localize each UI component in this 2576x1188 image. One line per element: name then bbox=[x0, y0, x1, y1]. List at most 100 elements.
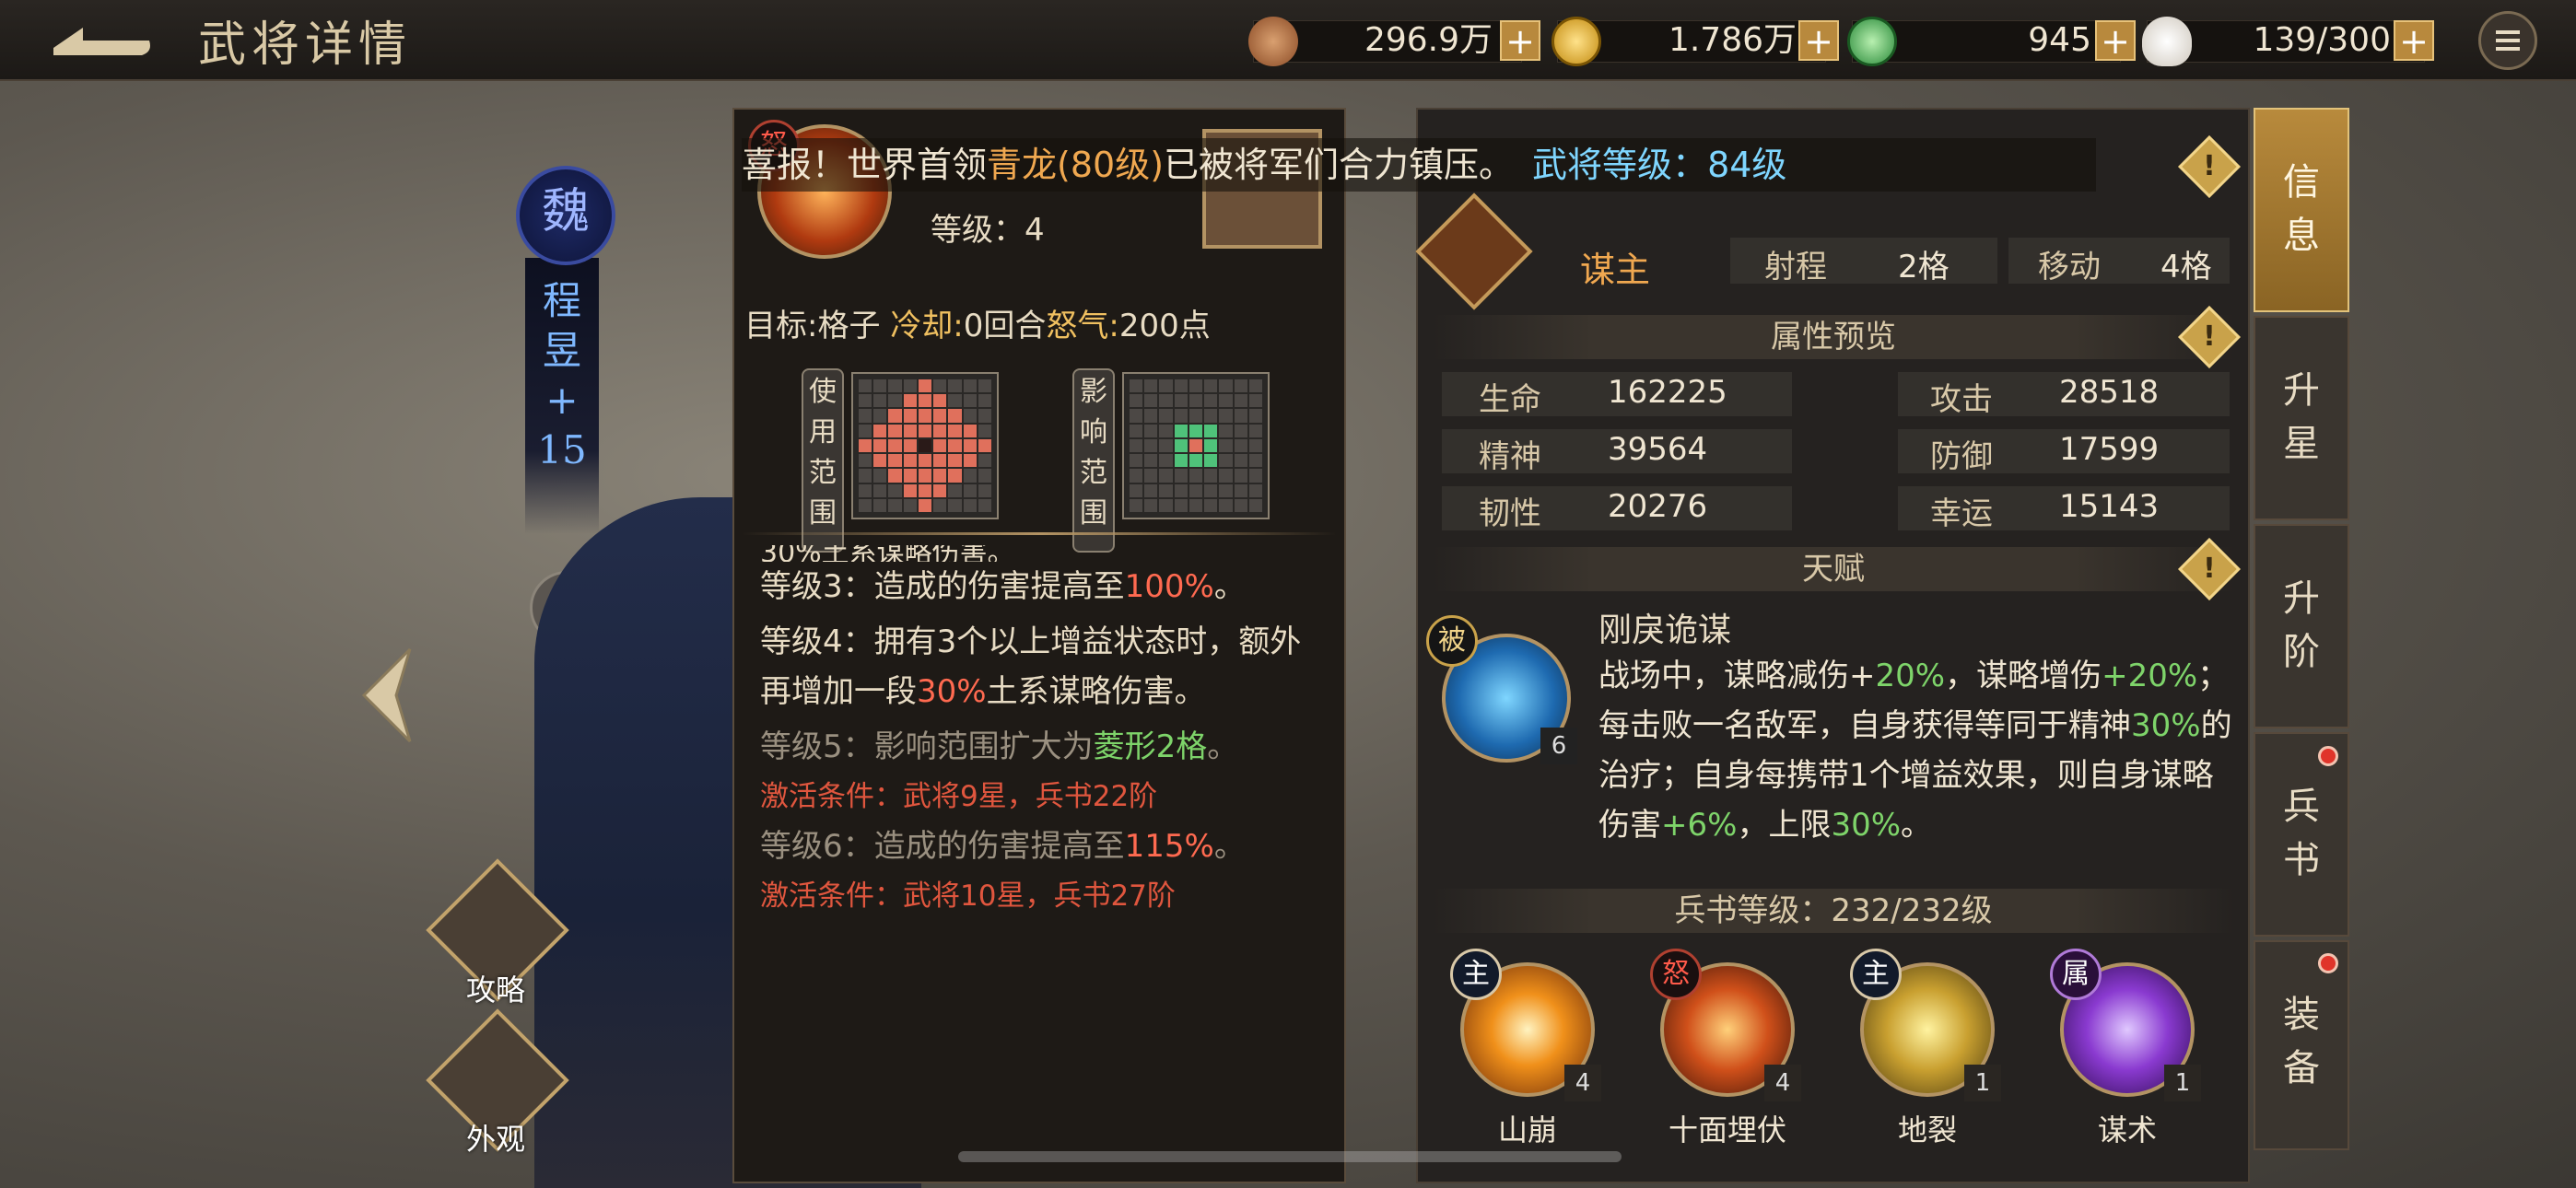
range-cell bbox=[1248, 454, 1262, 468]
range-cell bbox=[933, 438, 947, 453]
tab-rank-up[interactable]: 升阶 bbox=[2254, 524, 2349, 728]
range-cell bbox=[1188, 394, 1203, 408]
tab-star-up[interactable]: 升星 bbox=[2254, 316, 2349, 520]
range-cell bbox=[933, 379, 947, 393]
range-cell bbox=[1234, 379, 1247, 393]
target-value: 格子 bbox=[817, 308, 881, 344]
skill-level: 1 bbox=[1964, 1065, 2001, 1101]
tab-label-char: 信 bbox=[2283, 161, 2320, 204]
page-title: 武将详情 bbox=[198, 17, 413, 73]
talent-description: 战场中，谋略减伤+20%，谋略增伤+20%；每击败一名敌军，自身获得等同于精神3… bbox=[1598, 651, 2234, 850]
range-cell bbox=[1204, 394, 1218, 408]
range-cell bbox=[918, 394, 932, 408]
range-cell bbox=[873, 424, 887, 437]
stat-tough-label: 韧性 bbox=[1479, 495, 1541, 532]
range-cell bbox=[1159, 379, 1173, 393]
range-cell bbox=[888, 409, 902, 423]
home-indicator[interactable] bbox=[958, 1151, 1622, 1162]
notification-dot bbox=[2318, 953, 2338, 973]
tab-info[interactable]: 信息 bbox=[2254, 108, 2349, 312]
menu-button[interactable] bbox=[2478, 11, 2537, 70]
range-cell bbox=[1174, 483, 1188, 497]
stat-hp-label: 生命 bbox=[1479, 381, 1541, 418]
range-cell bbox=[978, 483, 991, 497]
talent-name: 刚戾诡谋 bbox=[1598, 611, 1732, 649]
range-cell bbox=[948, 409, 962, 423]
previous-hero-arrow-icon[interactable] bbox=[355, 645, 419, 746]
level5-condition: 激活条件：武将9星，兵书22阶 bbox=[760, 780, 1158, 813]
range-cell bbox=[933, 483, 947, 497]
range-cell bbox=[1188, 424, 1203, 437]
use-range-char: 范 bbox=[809, 457, 837, 489]
range-cell bbox=[1248, 409, 1262, 423]
stat-atk-value: 28518 bbox=[2059, 374, 2160, 411]
range-cell bbox=[1248, 379, 1262, 393]
range-cell bbox=[1174, 409, 1188, 423]
stat-atk-label: 攻击 bbox=[1930, 381, 1993, 418]
range-cell bbox=[1234, 424, 1247, 437]
range-cell bbox=[948, 438, 962, 453]
stat-hp-value: 162225 bbox=[1608, 374, 1727, 411]
stat-tough-value: 20276 bbox=[1608, 488, 1708, 525]
range-cell bbox=[918, 469, 932, 483]
range-cell bbox=[1130, 483, 1143, 497]
range-cell bbox=[948, 394, 962, 408]
use-range-char: 用 bbox=[809, 416, 837, 448]
tab-label-char: 兵 bbox=[2283, 786, 2320, 828]
hero-name-char: 程 bbox=[542, 278, 581, 323]
marquee-text: 已被将军们合力镇压。 bbox=[1164, 145, 1515, 185]
jade-icon bbox=[1847, 17, 1897, 66]
copper-value: 296.9万 bbox=[1364, 21, 1493, 59]
gold-value: 1.786万 bbox=[1668, 21, 1797, 59]
range-cell bbox=[1219, 394, 1233, 408]
marquee-text: 喜报！世界首领 bbox=[742, 145, 988, 185]
affect-range-label: 影 响 范 围 bbox=[1072, 368, 1115, 553]
talent-text: ，上限 bbox=[1737, 807, 1832, 844]
range-cell bbox=[903, 454, 917, 468]
range-cell bbox=[873, 409, 887, 423]
tab-label-char: 升 bbox=[2283, 369, 2320, 412]
level3-desc: 等级3：造成的伤害提高至100%。 bbox=[760, 562, 1331, 611]
range-cell bbox=[1204, 498, 1218, 512]
skill-badge: 主 bbox=[1850, 949, 1902, 1000]
stat-spirit-value: 39564 bbox=[1608, 431, 1708, 468]
tab-equipment[interactable]: 装备 bbox=[2254, 940, 2349, 1150]
range-cell bbox=[1234, 469, 1247, 483]
hero-name: 程 昱 + 15 bbox=[534, 276, 590, 475]
range-cell bbox=[1204, 424, 1218, 437]
range-cell bbox=[1234, 498, 1247, 512]
announcement-marquee: 喜报！世界首领青龙(80级)已被将军们合力镇压。 武将等级：84级 bbox=[742, 138, 2096, 192]
range-cell bbox=[1159, 438, 1173, 453]
range-cell bbox=[859, 438, 872, 453]
skill-level: 4 bbox=[1764, 1065, 1801, 1101]
range-cell bbox=[963, 483, 977, 497]
range-cell bbox=[1188, 469, 1203, 483]
book-level-header: 兵书等级：232/232级 bbox=[1433, 889, 2234, 933]
rage-value: 200点 bbox=[1118, 308, 1211, 344]
add-copper-button[interactable]: + bbox=[1500, 20, 1540, 61]
jade-value: 945 bbox=[2028, 21, 2091, 59]
range-cell bbox=[903, 379, 917, 393]
range-cell bbox=[1188, 498, 1203, 512]
skill-name: 山崩 bbox=[1497, 1112, 1557, 1147]
move-label: 移动 bbox=[2038, 249, 2101, 285]
range-cell bbox=[1219, 483, 1233, 497]
add-jade-button[interactable]: + bbox=[2095, 20, 2136, 61]
add-stamina-button[interactable]: + bbox=[2394, 20, 2434, 61]
range-cell bbox=[1174, 379, 1188, 393]
appearance-label: 外观 bbox=[465, 1122, 525, 1157]
range-cell bbox=[1144, 483, 1158, 497]
add-gold-button[interactable]: + bbox=[1798, 20, 1839, 61]
cooldown-label: 冷却: bbox=[890, 308, 964, 344]
range-cell bbox=[1219, 424, 1233, 437]
back-arrow-icon[interactable] bbox=[46, 20, 157, 61]
range-cell bbox=[1234, 409, 1247, 423]
range-cell bbox=[1234, 454, 1247, 468]
range-cell bbox=[859, 409, 872, 423]
talent-text: ，谋略增伤 bbox=[1945, 658, 2102, 694]
partial-line: 30%土系谋略伤害。 bbox=[760, 545, 1015, 562]
range-cell bbox=[1204, 438, 1218, 453]
range-cell bbox=[1204, 379, 1218, 393]
range-cell bbox=[1248, 498, 1262, 512]
range-cell bbox=[918, 424, 932, 437]
